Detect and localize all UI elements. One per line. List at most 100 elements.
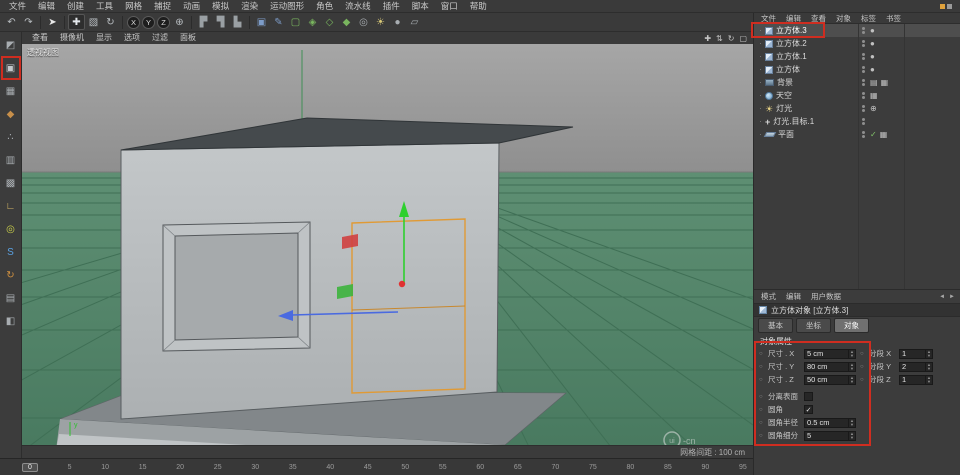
add-light-icon[interactable]: ☀ [372,14,389,30]
object-name[interactable]: 平面 [778,129,794,140]
add-extrude-icon[interactable]: ◈ [304,14,321,30]
coordinate-system-icon[interactable]: ⊕ [171,14,188,30]
undo-icon[interactable]: ↶ [3,14,20,30]
compositing-tag-icon[interactable]: ▤ [870,78,878,87]
visibility-dots[interactable] [862,27,865,34]
viewport-solo-icon[interactable]: ◎ [2,221,20,237]
viewport-menu-item[interactable]: 查看 [26,32,54,44]
phong-tag-icon[interactable]: ● [870,26,875,35]
menubar-item[interactable]: 窗口 [435,0,464,12]
visibility-dots[interactable] [862,131,865,138]
viewport-canvas[interactable]: y ui -cn 透视视图 [22,44,753,445]
value-field[interactable]: 50 cm▲▼ [804,375,856,385]
timeline-tick[interactable]: 45 [364,464,372,471]
enable-axis-icon[interactable]: ∟ [2,198,20,214]
spinner-icon[interactable]: ▲▼ [848,376,855,384]
menubar-item[interactable]: 网格 [119,0,148,12]
timeline-tick[interactable]: 90 [702,464,710,471]
value-field[interactable]: 5 cm▲▼ [804,349,856,359]
texture-tag-icon[interactable]: ▦ [870,91,878,100]
object-row[interactable]: ·立方体.1● [754,50,960,63]
object-row[interactable]: ·背景▤▦ [754,76,960,89]
object-manager-menu-item[interactable]: 书签 [881,13,906,24]
object-manager-menu-item[interactable]: 对象 [831,13,856,24]
object-name[interactable]: 立方体 [776,64,800,75]
viewport-view-label[interactable]: 透视视图 [27,47,59,58]
polygons-mode-icon[interactable]: ▩ [2,175,20,191]
rotate-tool-icon[interactable]: ↻ [102,14,119,30]
lock-z-icon[interactable]: Z [157,16,170,29]
layout-palette-icon[interactable] [940,4,952,9]
object-row[interactable]: ·立方体.3● [754,24,960,37]
object-name[interactable]: 立方体.1 [776,51,807,62]
keyframe-dot-icon[interactable]: ○ [759,377,768,383]
check-tag-icon[interactable]: ✓ [870,130,877,139]
timeline[interactable]: 05101520253035404550556065707580859095 [0,458,753,475]
object-name[interactable]: 背景 [777,77,793,88]
timeline-tick[interactable]: 85 [664,464,672,471]
keyframe-dot-icon[interactable]: ○ [860,364,869,370]
expand-dot-icon[interactable]: · [757,39,764,48]
menubar-item[interactable]: 脚本 [406,0,435,12]
timeline-tick[interactable]: 60 [476,464,484,471]
keyframe-dot-icon[interactable]: ○ [759,364,768,370]
timeline-tick[interactable]: 70 [551,464,559,471]
viewport-menu-item[interactable]: 选项 [118,32,146,44]
convert-editable-icon[interactable]: ◩ [2,37,20,53]
object-manager-menu-item[interactable]: 标签 [856,13,881,24]
move-tool-icon[interactable]: ✚ [68,14,85,30]
maximize-icon[interactable]: ▢ [739,34,747,43]
live-selection-icon[interactable]: ➤ [44,14,61,30]
phong-tag-icon[interactable]: ● [870,65,875,74]
value-field[interactable]: 80 cm▲▼ [804,362,856,372]
timeline-tick[interactable]: 30 [251,464,259,471]
visibility-dots[interactable] [862,79,865,86]
timeline-tick[interactable]: 40 [326,464,334,471]
paint-mode-icon[interactable]: ◧ [2,313,20,329]
keyframe-dot-icon[interactable]: ○ [759,433,768,439]
lock-x-icon[interactable]: X [127,16,140,29]
viewport-menu-item[interactable]: 面板 [174,32,202,44]
viewport-menu-item[interactable]: 显示 [90,32,118,44]
visibility-dots[interactable] [862,118,865,125]
value-field[interactable]: 1▲▼ [899,375,933,385]
expand-dot-icon[interactable]: · [757,104,764,113]
expand-dot-icon[interactable]: · [757,130,764,139]
render-view-icon[interactable]: ▛ [195,14,212,30]
add-subdivision-icon[interactable]: ▢ [287,14,304,30]
dolly-icon[interactable]: ⇅ [716,34,723,43]
add-primitive-icon[interactable]: ▣ [253,14,270,30]
menubar-item[interactable]: 插件 [377,0,406,12]
menubar-item[interactable]: 工具 [90,0,119,12]
visibility-dots[interactable] [862,105,865,112]
workplane-grid-icon[interactable]: ▤ [2,290,20,306]
orbit-icon[interactable]: ↻ [728,34,735,43]
spinner-icon[interactable]: ▲▼ [925,350,932,358]
redo-icon[interactable]: ↷ [20,14,37,30]
inset-window[interactable] [163,222,310,351]
keyframe-dot-icon[interactable]: ○ [759,394,768,400]
phong-tag-icon[interactable]: ● [870,52,875,61]
points-mode-icon[interactable]: ∴ [2,129,20,145]
checkbox[interactable] [804,392,813,401]
object-row[interactable]: ·立方体.2● [754,37,960,50]
object-name[interactable]: 立方体.2 [776,38,807,49]
history-forward-icon[interactable]: ► [949,294,955,300]
workplane-mode-icon[interactable]: ◆ [2,106,20,122]
menubar-item[interactable]: 渲染 [235,0,264,12]
timeline-tick[interactable]: 35 [289,464,297,471]
object-name[interactable]: 灯光.目标.1 [773,116,814,127]
visibility-dots[interactable] [862,53,865,60]
timeline-tick[interactable]: 5 [68,464,72,471]
expand-dot-icon[interactable]: · [757,78,764,87]
spinner-icon[interactable]: ▲▼ [848,419,855,427]
timeline-tick[interactable]: 65 [514,464,522,471]
model-mode-icon[interactable]: ▣ [2,60,20,76]
timeline-tick[interactable]: 10 [101,464,109,471]
spinner-icon[interactable]: ▲▼ [925,363,932,371]
add-camera-icon[interactable]: ◎ [355,14,372,30]
viewport-menu-item[interactable]: 摄像机 [54,32,90,44]
timeline-tick[interactable]: 20 [176,464,184,471]
attribute-menu-item[interactable]: 用户数据 [806,291,846,302]
add-floor-icon[interactable]: ▱ [406,14,423,30]
